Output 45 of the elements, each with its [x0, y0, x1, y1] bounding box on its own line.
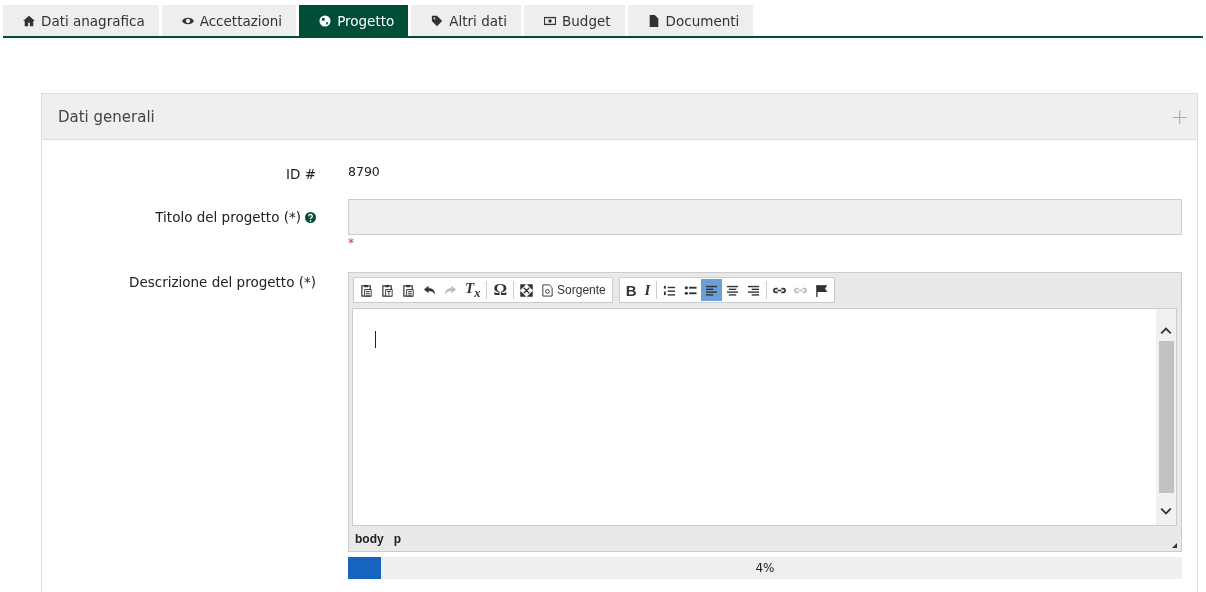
- remove-format-button[interactable]: T$_{x}$: [461, 279, 485, 301]
- id-value: 8790: [348, 164, 380, 179]
- resize-handle-icon[interactable]: [1172, 543, 1177, 548]
- undo-icon: [423, 283, 436, 297]
- tag-icon: [431, 14, 444, 27]
- paste-icon: [360, 283, 373, 297]
- paste-word-icon: [402, 283, 415, 297]
- special-char-button[interactable]: Ω: [489, 279, 512, 301]
- tab[interactable]: Altri dati: [411, 5, 522, 36]
- scroll-up-icon[interactable]: [1160, 327, 1172, 335]
- element-path-item[interactable]: body: [355, 531, 384, 546]
- banknote-icon: [544, 14, 557, 27]
- italic-button[interactable]: I: [640, 279, 655, 301]
- numbered-list-icon: [663, 283, 677, 297]
- align-right-icon: [747, 283, 761, 297]
- source-icon: [541, 283, 555, 297]
- paste-text-icon: [381, 283, 394, 297]
- element-path-item[interactable]: p: [393, 531, 401, 546]
- anchor-icon: [815, 283, 829, 297]
- document-icon: [647, 14, 660, 27]
- align-left-button[interactable]: [701, 279, 723, 301]
- tab[interactable]: Documenti: [627, 5, 754, 36]
- panel-title: Dati generali: [58, 107, 155, 126]
- house-icon: [23, 14, 35, 27]
- source-button[interactable]: Sorgente: [537, 279, 610, 301]
- scroll-down-icon[interactable]: [1160, 507, 1172, 515]
- field-label: Descrizione del progetto (*): [129, 274, 316, 290]
- required-mark: *: [348, 236, 354, 250]
- maximize-icon: [520, 283, 534, 297]
- globe-icon: [319, 14, 332, 27]
- align-center-icon: [726, 283, 740, 297]
- tab[interactable]: Dati anagrafica: [3, 5, 159, 36]
- tab[interactable]: Budget: [524, 5, 625, 36]
- tab[interactable]: Accettazioni: [161, 5, 297, 36]
- bulleted-list-icon: [684, 283, 698, 297]
- scrollbar[interactable]: [1156, 309, 1176, 525]
- field-label: Titolo del progetto (*): [155, 209, 301, 225]
- help-icon[interactable]: [305, 212, 316, 223]
- input-field[interactable]: [348, 199, 1182, 235]
- redo-icon: [444, 283, 457, 297]
- progress-reading: 4%: [755, 561, 775, 575]
- bold-button[interactable]: B: [621, 279, 641, 301]
- field-label: ID #: [286, 166, 316, 182]
- tab[interactable]: Progetto: [299, 5, 409, 36]
- align-left-icon: [705, 283, 719, 297]
